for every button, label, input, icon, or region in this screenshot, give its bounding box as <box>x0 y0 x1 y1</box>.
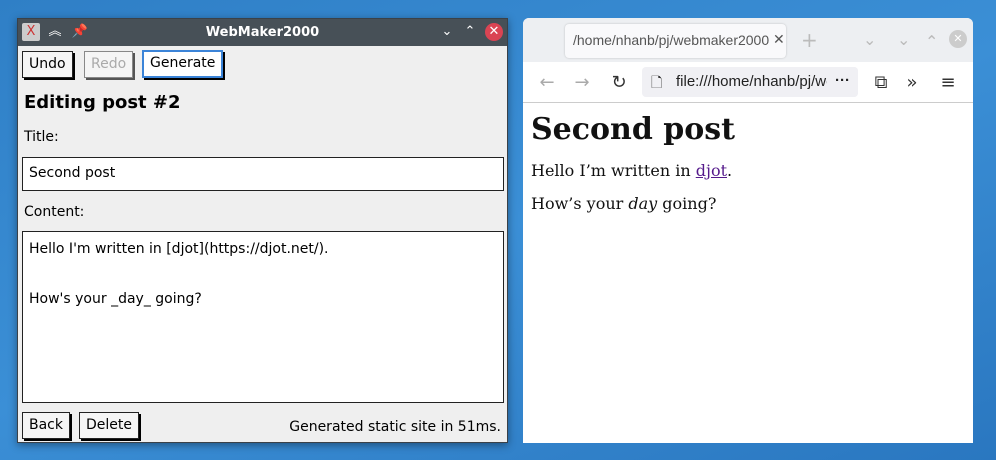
emphasis: day <box>628 194 658 213</box>
title-bar[interactable]: X ︽ 📌 WebMaker2000 ⌄ ⌃ ✕ <box>18 19 507 46</box>
undo-button[interactable]: Undo <box>22 51 73 78</box>
generate-button[interactable]: Generate <box>142 50 224 78</box>
page-content: Second post Hello I’m written in djot. H… <box>531 104 735 227</box>
new-tab-icon[interactable]: + <box>801 28 818 52</box>
page-heading: Editing post #2 <box>24 92 181 113</box>
content-textarea[interactable]: Hello I'm written in [djot](https://djot… <box>22 231 504 403</box>
text: Hello I’m written in <box>531 161 696 180</box>
close-icon[interactable]: ✕ <box>949 30 967 48</box>
text: How’s your <box>531 194 629 213</box>
overflow-icon[interactable]: » <box>901 72 923 93</box>
extensions-icon[interactable]: ⧉ <box>870 72 892 93</box>
back-icon[interactable]: ← <box>536 72 558 93</box>
tab-close-icon[interactable]: ✕ <box>769 32 785 48</box>
maximize-icon[interactable]: ⌃ <box>461 23 479 41</box>
more-icon[interactable]: ··· <box>827 67 858 97</box>
maximize-icon[interactable]: ⌃ <box>925 32 938 51</box>
tab-bar: /home/nhanb/pj/webmaker2000 ✕ + ⌄ ⌄ ⌃ ✕ <box>523 18 973 62</box>
nav-bar: ← → ↻ 🗋 file:///home/nhanb/pj/webmaker20… <box>523 62 973 103</box>
post-title: Second post <box>531 112 735 147</box>
browser-window: /home/nhanb/pj/webmaker2000 ✕ + ⌄ ⌄ ⌃ ✕ … <box>523 18 973 443</box>
content-label: Content: <box>24 204 85 220</box>
browser-tab[interactable]: /home/nhanb/pj/webmaker2000 <box>565 24 786 58</box>
page-icon: 🗋 <box>651 74 663 90</box>
url-bar[interactable]: 🗋 file:///home/nhanb/pj/webmaker2000 ··· <box>642 67 858 97</box>
forward-icon[interactable]: → <box>571 72 593 93</box>
minimize-icon[interactable]: ⌄ <box>438 23 456 41</box>
djot-link[interactable]: djot <box>696 161 727 180</box>
redo-button[interactable]: Redo <box>84 51 134 78</box>
tab-list-icon[interactable]: ⌄ <box>863 30 876 49</box>
title-input[interactable]: Second post <box>22 157 504 191</box>
back-button[interactable]: Back <box>22 412 70 439</box>
reload-icon[interactable]: ↻ <box>608 72 630 93</box>
webmaker-window: X ︽ 📌 WebMaker2000 ⌄ ⌃ ✕ Undo Redo Gener… <box>17 18 508 443</box>
tab-title: /home/nhanb/pj/webmaker2000 <box>573 32 770 48</box>
text: going? <box>657 194 717 213</box>
paragraph: How’s your day going? <box>531 194 735 213</box>
paragraph: Hello I’m written in djot. <box>531 161 735 180</box>
content-line <box>29 262 497 287</box>
delete-button[interactable]: Delete <box>79 412 139 439</box>
text: . <box>727 161 733 180</box>
content-line: How's your _day_ going? <box>29 291 202 307</box>
content-line: Hello I'm written in [djot](https://djot… <box>29 241 329 257</box>
window-title: WebMaker2000 <box>205 25 320 40</box>
status-text: Generated static site in 51ms. <box>289 419 501 435</box>
menu-icon[interactable]: ≡ <box>937 72 959 93</box>
close-icon[interactable]: ✕ <box>485 23 503 41</box>
minimize-icon[interactable]: ⌄ <box>897 30 910 49</box>
title-label: Title: <box>24 129 59 145</box>
